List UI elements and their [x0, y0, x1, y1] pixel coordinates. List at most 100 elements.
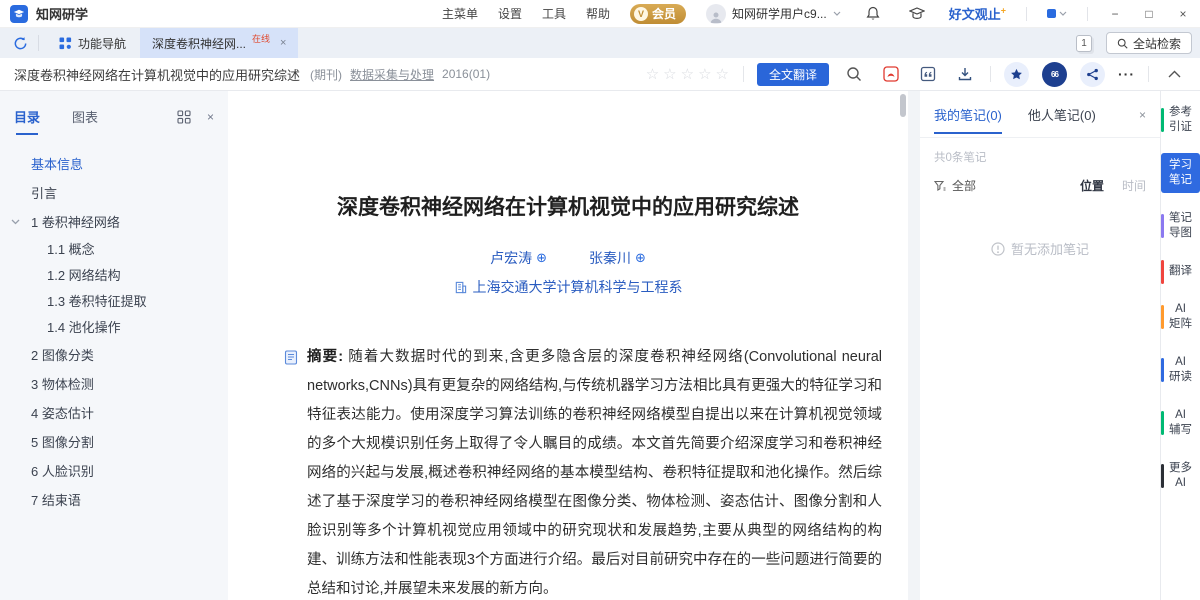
- document-tab[interactable]: 深度卷积神经网... 在线 ×: [140, 28, 298, 58]
- article-page: 深度卷积神经网络在计算机视觉中的应用研究综述 卢宏涛⊕ 张秦川⊕ 上海交通大学计…: [228, 91, 908, 600]
- toc-item-conv-feature[interactable]: 1.3 卷积特征提取: [0, 289, 228, 315]
- full-text-translate-button[interactable]: 全文翻译: [757, 63, 829, 86]
- document-type: (期刊): [310, 66, 342, 83]
- username: 知网研学用户c9...: [732, 5, 827, 22]
- notes-count: 共0条笔记: [934, 149, 1146, 165]
- divider: [1026, 7, 1027, 21]
- document-title: 深度卷积神经网络在计算机视觉中的应用研究综述: [14, 65, 300, 84]
- tab-catalog[interactable]: 目录: [14, 107, 40, 126]
- pdf-icon[interactable]: [879, 62, 903, 86]
- grid-view-icon[interactable]: [177, 110, 191, 124]
- toc-item-concept[interactable]: 1.1 概念: [0, 237, 228, 263]
- tool-study-notes[interactable]: 学习 笔记: [1161, 153, 1200, 193]
- tool-ai-reading[interactable]: AI 研读: [1161, 350, 1200, 390]
- chevron-down-icon[interactable]: [11, 219, 20, 225]
- toc-item-cnn[interactable]: 1 卷积神经网络: [0, 208, 228, 237]
- notes-filter-row: 全部 位置 时间: [934, 177, 1146, 194]
- grid-apps-icon: [59, 37, 72, 50]
- sort-by-time[interactable]: 时间: [1122, 177, 1146, 194]
- more-actions-icon[interactable]: ···: [1118, 66, 1135, 82]
- tab-others-notes[interactable]: 他人笔记(0): [1028, 105, 1096, 124]
- user-account[interactable]: 知网研学用户c9...: [706, 4, 841, 24]
- toc-panel: 目录 图表 × 基本信息 引言 1 卷积神经网络 1.1 概念 1.2 网络结构…: [0, 91, 228, 600]
- refresh-icon[interactable]: [8, 31, 32, 55]
- affiliation-row[interactable]: 上海交通大学计算机科学与工程系: [228, 277, 908, 297]
- notes-empty-text: 暂无添加笔记: [1011, 239, 1089, 258]
- toc-close-icon[interactable]: ×: [207, 110, 214, 124]
- abstract-paragraph: 摘要: 随着大数据时代的到来,含更多隐含层的深度卷积神经网络(Convoluti…: [307, 343, 882, 600]
- article-title: 深度卷积神经网络在计算机视觉中的应用研究综述: [268, 191, 868, 221]
- toc-item-introduction[interactable]: 引言: [0, 179, 228, 208]
- toc-item-basic-info[interactable]: 基本信息: [0, 150, 228, 179]
- star-icon[interactable]: ☆: [646, 65, 660, 83]
- tab-figures[interactable]: 图表: [72, 107, 98, 126]
- site-search-button[interactable]: 全站检索: [1106, 32, 1192, 54]
- journal-issue: 2016(01): [442, 67, 490, 81]
- download-icon[interactable]: [953, 62, 977, 86]
- filter-all[interactable]: 全部: [952, 177, 976, 194]
- close-button[interactable]: ×: [1176, 7, 1190, 21]
- toc-item-object-detection[interactable]: 3 物体检测: [0, 370, 228, 399]
- vip-label: 会员: [652, 5, 676, 22]
- app-logo-icon: [10, 5, 28, 23]
- menu-tools[interactable]: 工具: [542, 5, 566, 22]
- study-box-icon[interactable]: [905, 2, 929, 26]
- menu-main[interactable]: 主菜单: [442, 5, 478, 22]
- favorite-star-icon[interactable]: [1004, 62, 1029, 87]
- author-add-icon[interactable]: ⊕: [536, 250, 547, 266]
- toc-item-face-recognition[interactable]: 6 人脸识别: [0, 457, 228, 486]
- vip-v-icon: V: [634, 7, 648, 21]
- filter-funnel-icon[interactable]: [934, 180, 946, 192]
- divider: [1087, 7, 1088, 21]
- toc-item-image-segmentation[interactable]: 5 图像分割: [0, 428, 228, 457]
- tab-close-icon[interactable]: ×: [280, 37, 286, 49]
- app-name: 知网研学: [36, 4, 88, 23]
- promo-link[interactable]: 好文观止+: [949, 4, 1006, 23]
- vip-badge[interactable]: V 会员: [630, 4, 686, 24]
- star-icon[interactable]: ☆: [681, 65, 695, 83]
- toc-item-network-structure[interactable]: 1.2 网络结构: [0, 263, 228, 289]
- tool-translate[interactable]: 翻译: [1161, 259, 1200, 284]
- star-icon[interactable]: ☆: [716, 65, 730, 83]
- star-icon[interactable]: ☆: [663, 65, 677, 83]
- main-area: 目录 图表 × 基本信息 引言 1 卷积神经网络 1.1 概念 1.2 网络结构…: [0, 91, 1200, 600]
- toc-item-conclusion[interactable]: 7 结束语: [0, 486, 228, 515]
- notes-close-icon[interactable]: ×: [1139, 108, 1146, 122]
- quote-icon[interactable]: 66: [1042, 62, 1067, 87]
- divider: [920, 137, 1160, 138]
- menu-settings[interactable]: 设置: [498, 5, 522, 22]
- notification-bell-icon[interactable]: [861, 2, 885, 26]
- tool-references-citations[interactable]: 参考 引证: [1161, 100, 1200, 140]
- collapse-icon[interactable]: [1162, 62, 1186, 86]
- author-add-icon[interactable]: ⊕: [635, 250, 646, 266]
- divider: [1148, 66, 1149, 82]
- toc-item-pose-estimation[interactable]: 4 姿态估计: [0, 399, 228, 428]
- citation-icon[interactable]: [916, 62, 940, 86]
- layout-switcher[interactable]: [1047, 9, 1067, 18]
- journal-link[interactable]: 数据采集与处理: [350, 66, 434, 83]
- tool-ai-writing[interactable]: AI 辅写: [1161, 403, 1200, 443]
- author-link[interactable]: 张秦川⊕: [589, 248, 646, 268]
- abstract-doc-icon: [284, 350, 298, 365]
- document-info-bar: 深度卷积神经网络在计算机视觉中的应用研究综述 (期刊) 数据采集与处理 2016…: [0, 58, 1200, 91]
- star-icon[interactable]: ☆: [698, 65, 712, 83]
- tab-my-notes[interactable]: 我的笔记(0): [934, 105, 1002, 124]
- tool-note-map[interactable]: 笔记 导图: [1161, 206, 1200, 246]
- toc-item-pooling[interactable]: 1.4 池化操作: [0, 315, 228, 341]
- nav-function-navigation[interactable]: 功能导航: [45, 28, 140, 58]
- author-link[interactable]: 卢宏涛⊕: [490, 248, 547, 268]
- tool-ai-matrix[interactable]: AI 矩阵: [1161, 297, 1200, 337]
- minimize-button[interactable]: −: [1108, 7, 1122, 21]
- maximize-button[interactable]: □: [1142, 7, 1156, 21]
- sort-by-position[interactable]: 位置: [1080, 177, 1104, 194]
- search-in-doc-icon[interactable]: [842, 62, 866, 86]
- window-count-badge[interactable]: 1: [1076, 35, 1092, 52]
- tool-more-ai[interactable]: 更多 AI: [1161, 456, 1200, 496]
- authors-row: 卢宏涛⊕ 张秦川⊕: [228, 248, 908, 268]
- share-icon[interactable]: [1080, 62, 1105, 87]
- rating-stars[interactable]: ☆☆☆☆☆: [646, 65, 730, 83]
- toc-item-image-classification[interactable]: 2 图像分类: [0, 341, 228, 370]
- menu-help[interactable]: 帮助: [586, 5, 610, 22]
- scrollbar-thumb[interactable]: [900, 94, 906, 117]
- abstract-text: 随着大数据时代的到来,含更多隐含层的深度卷积神经网络(Convolutional…: [307, 349, 882, 597]
